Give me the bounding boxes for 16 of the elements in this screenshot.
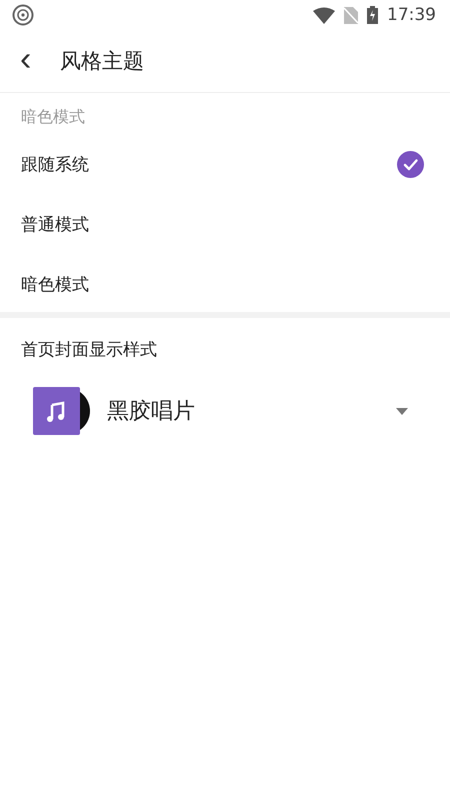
- page-title: 风格主题: [60, 48, 144, 75]
- back-button[interactable]: ‹: [0, 42, 60, 80]
- clock-time: 17:39: [387, 5, 436, 25]
- section-heading: 首页封面显示样式: [20, 339, 158, 362]
- no-sim-icon: [344, 6, 358, 24]
- check-icon: [397, 150, 424, 178]
- battery-icon: [367, 6, 378, 24]
- mode-option[interactable]: 暗色模式: [0, 254, 450, 314]
- mode-option[interactable]: 跟随系统: [0, 134, 450, 194]
- cover-style-dropdown[interactable]: 黑胶唱片: [0, 375, 450, 447]
- vinyl-cover-icon: [33, 387, 93, 435]
- wifi-icon: [313, 6, 335, 24]
- section-heading: 暗色模式: [20, 106, 86, 128]
- dropdown-arrow-icon: [396, 408, 408, 414]
- mode-option[interactable]: 普通模式: [0, 194, 450, 254]
- disc-icon: [12, 4, 34, 26]
